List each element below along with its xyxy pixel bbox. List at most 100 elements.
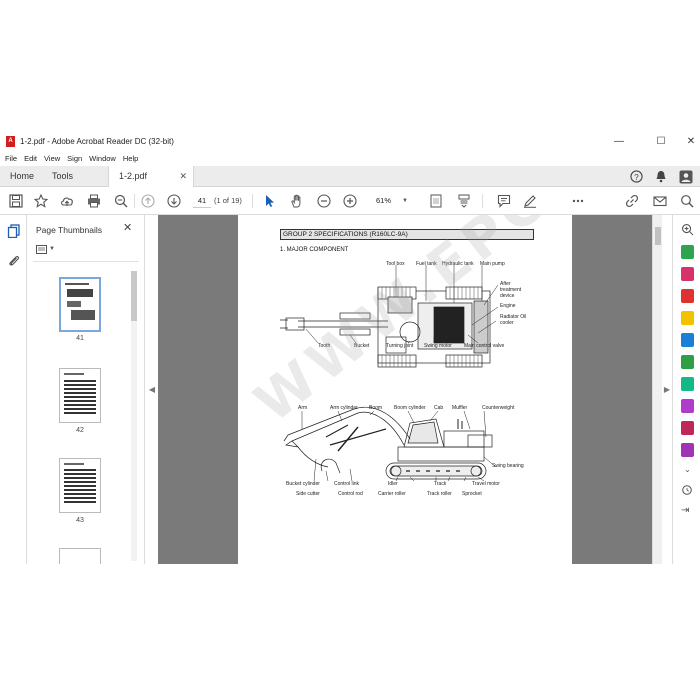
label-track: Track (434, 481, 447, 487)
label-arm-cylinder: Arm cylinder (330, 405, 358, 411)
menu-view[interactable]: View (39, 152, 60, 166)
close-panel-icon[interactable]: ✕ (123, 221, 132, 234)
title-bar: A 1-2.pdf - Adobe Acrobat Reader DC (32-… (0, 130, 700, 152)
highlight-pen-icon[interactable] (522, 193, 538, 209)
scroll-mode-icon[interactable] (456, 193, 472, 209)
collapse-right-pane-icon[interactable]: ▶ (663, 383, 671, 395)
main-toolbar: 41 (1 of 19) 61% ▼ (0, 187, 700, 215)
label-track-roller: Track roller (427, 491, 452, 497)
bookmark-star-icon[interactable] (33, 193, 49, 209)
thumbnail-page-42[interactable] (59, 368, 101, 423)
document-scroll-thumb[interactable] (655, 227, 661, 245)
expand-pane-icon[interactable]: ⇥ (681, 505, 694, 519)
label-muffler: Muffler (452, 405, 468, 411)
label-control-link: Control link (334, 481, 360, 487)
previous-page-icon[interactable] (140, 193, 156, 209)
tab-bar: Home Tools 1-2.pdf ✕ ? (0, 166, 700, 187)
tab-document-label: 1-2.pdf (119, 171, 148, 181)
label-engine: Engine (500, 303, 516, 309)
thumbnails-scrollbar[interactable] (131, 271, 137, 561)
print-icon[interactable] (86, 193, 102, 209)
search-icon[interactable] (679, 193, 695, 209)
thumbnail-label-43: 43 (76, 517, 84, 524)
select-cursor-icon[interactable] (262, 193, 278, 209)
document-viewer[interactable]: GROUP 2 SPECIFICATIONS (R160LC-9A) 1. MA… (158, 215, 652, 564)
thumbnail-options-icon (36, 244, 47, 254)
menu-help[interactable]: Help (118, 152, 138, 166)
close-tab-icon[interactable]: ✕ (179, 166, 187, 187)
label-control-rod: Control rod (338, 491, 363, 497)
label-bucket-cylinder: Bucket cylinder (286, 481, 320, 487)
chevron-down-icon: ▼ (49, 246, 55, 252)
thumbnail-page-44[interactable] (59, 548, 101, 564)
close-window-button[interactable]: ✕ (676, 130, 700, 152)
menu-sign[interactable]: Sign (62, 152, 82, 166)
save-icon[interactable] (8, 193, 24, 209)
zoom-in-icon[interactable] (342, 193, 358, 209)
menu-window[interactable]: Window (84, 152, 116, 166)
chevron-down-icon[interactable]: ⌄ (681, 465, 694, 479)
hand-tool-icon[interactable] (289, 193, 305, 209)
pdf-page: GROUP 2 SPECIFICATIONS (R160LC-9A) 1. MA… (238, 215, 572, 564)
scan-ocr-icon[interactable] (681, 377, 694, 391)
account-avatar-icon[interactable] (678, 169, 694, 184)
combine-files-icon[interactable] (681, 333, 694, 347)
label-swing-bearing: Swing bearing (492, 463, 524, 469)
acrobat-window: A 1-2.pdf - Adobe Acrobat Reader DC (32-… (0, 130, 700, 564)
document-scrollbar[interactable] (652, 215, 662, 564)
tab-home[interactable]: Home (10, 166, 34, 187)
export-pdf-icon[interactable] (681, 245, 694, 259)
next-page-icon[interactable] (166, 193, 182, 209)
label-idler: Idler (388, 481, 398, 487)
label-main-control-valve: Main control valve (464, 343, 505, 349)
organize-pages-icon[interactable] (681, 355, 694, 369)
edit-pdf-icon[interactable] (681, 267, 694, 281)
maximize-button[interactable]: ☐ (646, 130, 676, 152)
comment-icon[interactable] (496, 193, 512, 209)
thumbnails-scroll-thumb[interactable] (131, 271, 137, 321)
label-carrier-roller: Carrier roller (378, 491, 406, 497)
thumbnail-options-menu[interactable]: ▼ (36, 243, 58, 255)
svg-text:?: ? (634, 172, 639, 182)
share-link-icon[interactable] (624, 193, 640, 209)
window-title: 1-2.pdf - Adobe Acrobat Reader DC (32-bi… (20, 136, 174, 146)
create-pdf-icon[interactable] (681, 289, 694, 303)
menu-bar: File Edit View Sign Window Help (0, 152, 140, 166)
label-counterweight: Counterweight (482, 405, 515, 411)
thumbnail-page-43[interactable] (59, 458, 101, 513)
label-boom: Boom (369, 405, 383, 411)
request-signature-icon[interactable] (681, 443, 694, 457)
zoom-out-icon[interactable] (316, 193, 332, 209)
page-number-input[interactable]: 41 (193, 194, 211, 208)
acrobat-app-icon: A (6, 135, 15, 147)
comment-tool-icon[interactable] (681, 311, 694, 325)
tab-tools[interactable]: Tools (52, 166, 73, 187)
collapse-left-pane-icon[interactable]: ◀ (148, 383, 156, 395)
label-side-cutter: Side cutter (296, 491, 320, 497)
settings-icon[interactable] (681, 483, 694, 497)
zoom-out-magnifier-icon[interactable] (113, 193, 129, 209)
cloud-upload-icon[interactable] (59, 193, 75, 209)
label-boom-cylinder: Boom cylinder (394, 405, 426, 411)
minimize-button[interactable]: — (604, 130, 634, 152)
zoom-level-select[interactable]: 61% ▼ (370, 194, 410, 208)
help-icon[interactable]: ? (628, 169, 644, 184)
page-thumbnails-icon[interactable] (6, 223, 21, 238)
thumbnail-label-42: 42 (76, 427, 84, 434)
tools-pane-strip: ⌄ ⇥ (672, 215, 700, 564)
attachment-paperclip-icon[interactable] (6, 253, 21, 268)
navigation-pane-strip (0, 215, 27, 564)
menu-edit[interactable]: Edit (19, 152, 37, 166)
menu-file[interactable]: File (0, 152, 17, 166)
tab-document[interactable]: 1-2.pdf ✕ (108, 166, 194, 187)
notification-bell-icon[interactable] (653, 169, 669, 184)
zoom-level-value: 61% (376, 196, 392, 205)
label-cab: Cab (434, 405, 444, 411)
fill-sign-icon[interactable] (681, 399, 694, 413)
email-envelope-icon[interactable] (652, 193, 668, 209)
thumbnail-page-41[interactable] (59, 277, 101, 332)
zoom-tool-icon[interactable] (681, 223, 694, 237)
protect-icon[interactable] (681, 421, 694, 435)
more-tools-icon[interactable] (570, 193, 586, 209)
page-fit-icon[interactable] (428, 193, 444, 209)
